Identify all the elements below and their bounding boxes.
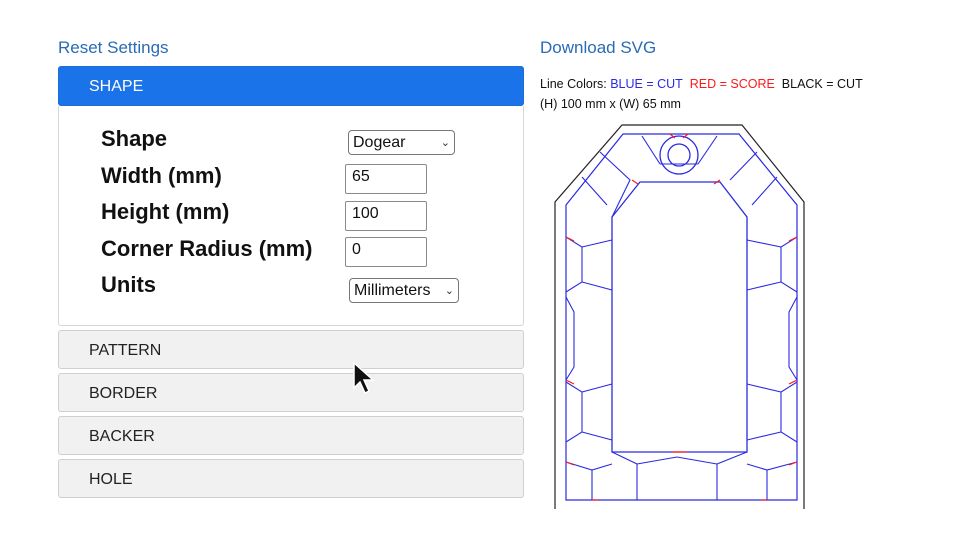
hole-outer	[659, 135, 699, 175]
legend-blue: BLUE = CUT	[610, 77, 683, 91]
accordion-header-shape[interactable]: SHAPE	[58, 66, 524, 106]
border-outline	[565, 133, 798, 501]
width-input[interactable]: 65	[345, 164, 427, 194]
accordion-header-hole[interactable]: HOLE	[58, 459, 524, 498]
corner-radius-input[interactable]: 0	[345, 237, 427, 267]
legend-prefix: Line Colors:	[540, 77, 607, 91]
shape-label: Shape	[101, 126, 168, 151]
tag-preview	[554, 124, 805, 509]
inner-window	[611, 181, 748, 453]
units-label: Units	[101, 272, 156, 297]
line-colors-legend: Line Colors: BLUE = CUT RED = SCORE BLAC…	[540, 77, 863, 91]
arrow-cursor-icon	[353, 362, 375, 395]
legend-black: BLACK = CUT	[781, 77, 863, 91]
hex-pattern	[565, 135, 798, 500]
units-select-value: Millimeters	[354, 281, 431, 299]
reset-settings-link[interactable]: Reset Settings	[58, 38, 169, 58]
chevron-down-icon: ⌄	[444, 285, 454, 297]
dimensions-text: (H) 100 mm x (W) 65 mm	[540, 97, 681, 111]
accordion-header-pattern[interactable]: PATTERN	[58, 330, 524, 369]
accordion-header-border[interactable]: BORDER	[58, 373, 524, 412]
shape-select[interactable]: Dogear ⌄	[348, 130, 455, 155]
score-marks	[565, 133, 798, 501]
settings-accordion: SHAPE Shape Dogear ⌄ Width (mm) 65 Heigh…	[58, 66, 524, 498]
height-input[interactable]: 100	[345, 201, 427, 231]
height-label: Height (mm)	[101, 199, 230, 224]
shape-panel: Shape Dogear ⌄ Width (mm) 65 Height (mm)…	[58, 106, 524, 326]
corner-radius-label: Corner Radius (mm)	[101, 236, 313, 261]
accordion-header-backer[interactable]: BACKER	[58, 416, 524, 455]
shape-select-value: Dogear	[353, 133, 406, 151]
units-select[interactable]: Millimeters ⌄	[349, 278, 459, 303]
chevron-down-icon: ⌄	[440, 137, 450, 149]
legend-red: RED = SCORE	[689, 77, 775, 91]
hole-inner	[667, 143, 691, 167]
download-svg-link[interactable]: Download SVG	[540, 38, 656, 58]
width-label: Width (mm)	[101, 163, 222, 188]
